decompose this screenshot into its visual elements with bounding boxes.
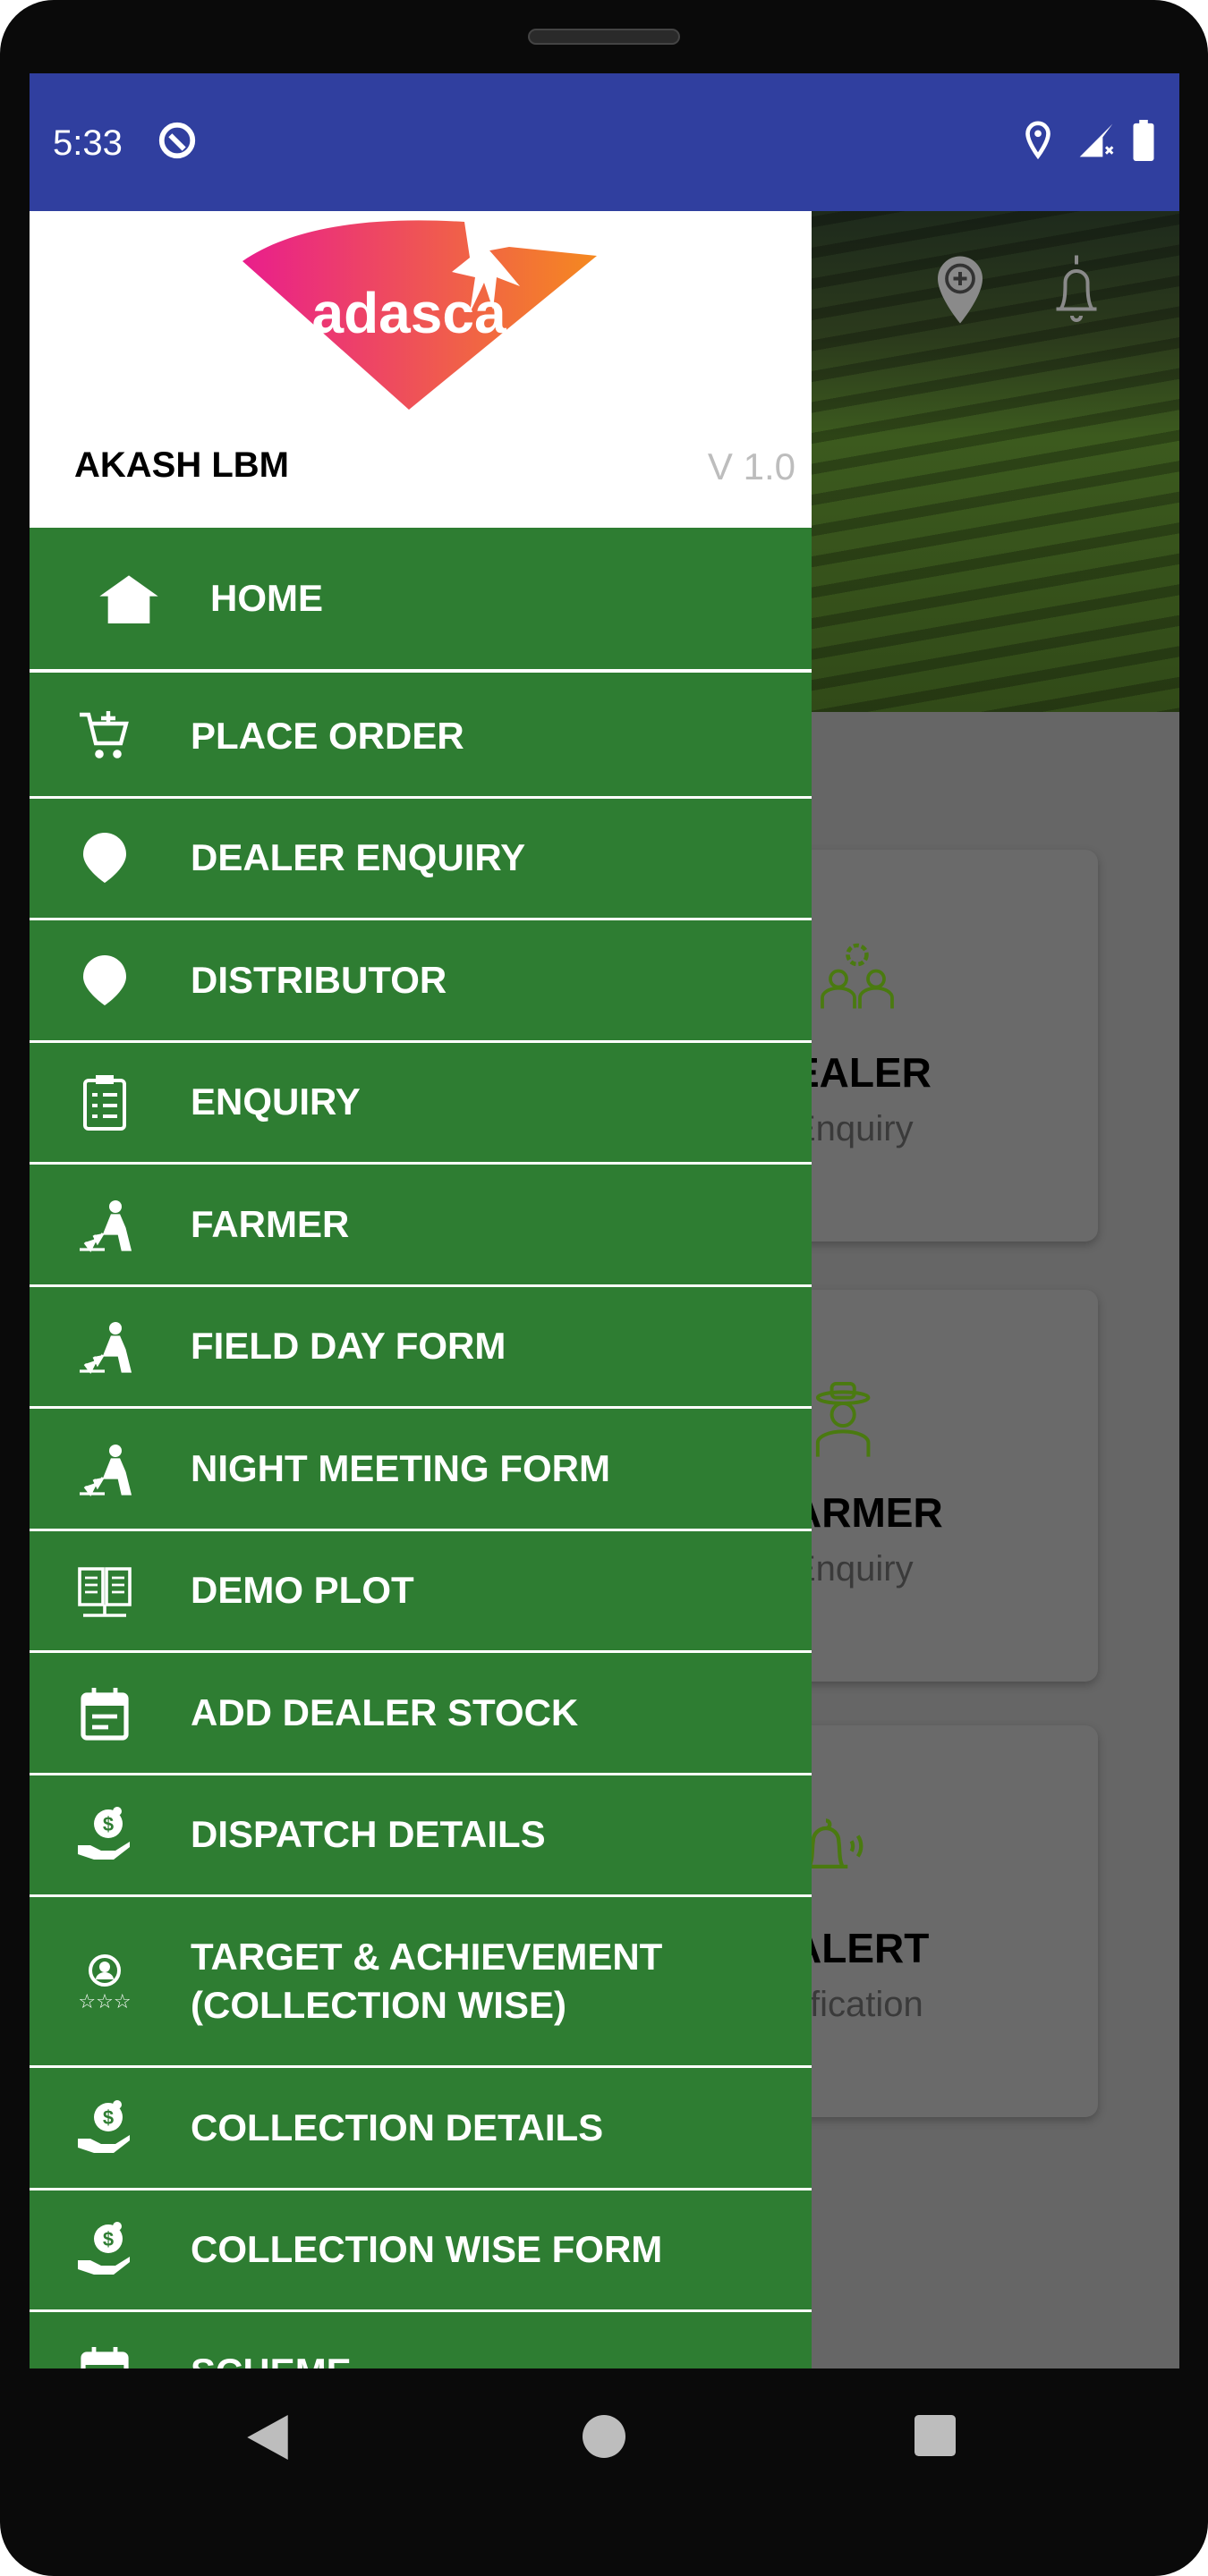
drawer-item-label: DEMO PLOT xyxy=(191,1569,414,1612)
drawer-item-dealer-enquiry[interactable]: DEALER ENQUIRY xyxy=(30,799,812,920)
navigation-drawer: adasca AKASH LBM V 1.0 HOME PLACE ORDER D… xyxy=(30,211,812,2368)
drawer-item-night-meeting-form[interactable]: NIGHT MEETING FORM xyxy=(30,1409,812,1531)
farmer-planting-icon xyxy=(80,1444,132,1496)
drawer-item-farmer[interactable]: FARMER xyxy=(30,1165,812,1287)
system-nav-bar xyxy=(30,2368,1179,2503)
drawer-item-label: NIGHT MEETING FORM xyxy=(191,1446,610,1489)
drawer-item-target-achievement[interactable]: ☆☆☆ TARGET & ACHIEVEMENT (COLLECTION WISE… xyxy=(30,1897,812,2068)
drawer-item-label: ENQUIRY xyxy=(191,1080,361,1123)
farmer-planting-icon xyxy=(80,1322,132,1375)
card-title: ARMER xyxy=(792,1489,943,1536)
user-name: AKASH LBM xyxy=(74,445,289,485)
home-circle-icon[interactable] xyxy=(583,2415,625,2458)
status-time: 5:33 xyxy=(53,123,123,163)
drawer-item-label: FARMER xyxy=(191,1202,350,1245)
drawer-item-label: ADD DEALER STOCK xyxy=(191,1690,579,1733)
pin-icon xyxy=(83,954,126,1005)
speaker xyxy=(528,29,680,45)
drawer-item-collection-wise-form[interactable]: $ COLLECTION WISE FORM xyxy=(30,2190,812,2312)
svg-text:☆☆☆: ☆☆☆ xyxy=(78,1991,131,2010)
drawer-item-label: DISTRIBUTOR xyxy=(191,958,447,1001)
book-plant-icon xyxy=(78,1567,132,1618)
drawer-item-label: DISPATCH DETAILS xyxy=(191,1813,546,1856)
card-subtitle: tification xyxy=(792,1985,923,2024)
svg-text:$: $ xyxy=(103,2228,114,2250)
card-title: EALER xyxy=(792,1049,932,1096)
drawer-item-label: PLACE ORDER xyxy=(191,714,464,757)
dealer-enquiry-card[interactable]: EALER Enquiry xyxy=(772,850,1098,1241)
drawer-item-dispatch-details[interactable]: $ DISPATCH DETAILS xyxy=(30,1775,812,1897)
battery-icon xyxy=(1133,120,1154,161)
drawer-item-scheme[interactable]: SCHEME xyxy=(30,2312,812,2368)
calendar-icon xyxy=(81,2346,129,2368)
drawer-item-enquiry[interactable]: ENQUIRY xyxy=(30,1043,812,1165)
svg-text:adasca: adasca xyxy=(311,281,506,345)
back-icon[interactable] xyxy=(247,2415,288,2460)
drawer-item-collection-details[interactable]: $ COLLECTION DETAILS xyxy=(30,2068,812,2190)
farmer-planting-icon xyxy=(80,1199,132,1252)
drawer-item-label: SCHEME xyxy=(191,2348,352,2368)
app-version: V 1.0 xyxy=(707,445,795,487)
money-hand-icon: $ xyxy=(78,2099,130,2153)
drawer-item-label: COLLECTION DETAILS xyxy=(191,2106,604,2148)
drawer-item-distributor[interactable]: DISTRIBUTOR xyxy=(30,920,812,1043)
drawer-item-add-dealer-stock[interactable]: ADD DEALER STOCK xyxy=(30,1653,812,1775)
money-hand-icon: $ xyxy=(78,2222,130,2275)
money-hand-icon: $ xyxy=(78,1807,130,1860)
drawer-item-label: DEALER ENQUIRY xyxy=(191,836,526,879)
drawer-item-label: TARGET & ACHIEVEMENT (COLLECTION WISE) xyxy=(191,1936,663,2026)
location-icon xyxy=(1025,121,1051,160)
adasca-logo: adasca xyxy=(242,220,597,410)
drawer-item-home[interactable]: HOME xyxy=(30,528,812,673)
calendar-icon xyxy=(81,1687,129,1741)
drawer-header: adasca AKASH LBM V 1.0 xyxy=(30,211,812,528)
home-icon xyxy=(99,575,158,623)
status-bar: 5:33 xyxy=(30,73,1179,211)
phone-frame: 5:33 EALER Enquiry ARMER Enquiry ALERT t… xyxy=(0,0,1208,2576)
dealer-gear-people-icon xyxy=(821,943,894,1009)
drawer-item-demo-plot[interactable]: DEMO PLOT xyxy=(30,1531,812,1653)
svg-text:$: $ xyxy=(103,1813,114,1835)
drawer-item-label: FIELD DAY FORM xyxy=(191,1325,506,1368)
farmer-enquiry-card[interactable]: ARMER Enquiry xyxy=(772,1290,1098,1682)
alert-notification-card[interactable]: ALERT tification xyxy=(772,1725,1098,2117)
svg-text:$: $ xyxy=(103,2106,114,2129)
pin-icon xyxy=(83,833,126,884)
drawer-item-place-order[interactable]: PLACE ORDER xyxy=(30,676,812,799)
screen: 5:33 EALER Enquiry ARMER Enquiry ALERT t… xyxy=(30,73,1179,2368)
bell-icon[interactable] xyxy=(1050,250,1103,327)
drawer-item-label: HOME xyxy=(210,577,323,619)
at-sign-icon xyxy=(158,122,196,159)
recents-icon[interactable] xyxy=(915,2415,956,2456)
clipboard-icon xyxy=(83,1075,126,1131)
drawer-item-field-day-form[interactable]: FIELD DAY FORM xyxy=(30,1287,812,1409)
drawer-item-label: COLLECTION WISE FORM xyxy=(191,2228,663,2271)
add-cart-icon xyxy=(80,710,129,758)
signal-no-data-icon xyxy=(1079,123,1114,157)
add-location-icon[interactable] xyxy=(933,254,987,326)
card-title: ALERT xyxy=(792,1925,930,1971)
user-stars-icon: ☆☆☆ xyxy=(78,1954,132,2010)
